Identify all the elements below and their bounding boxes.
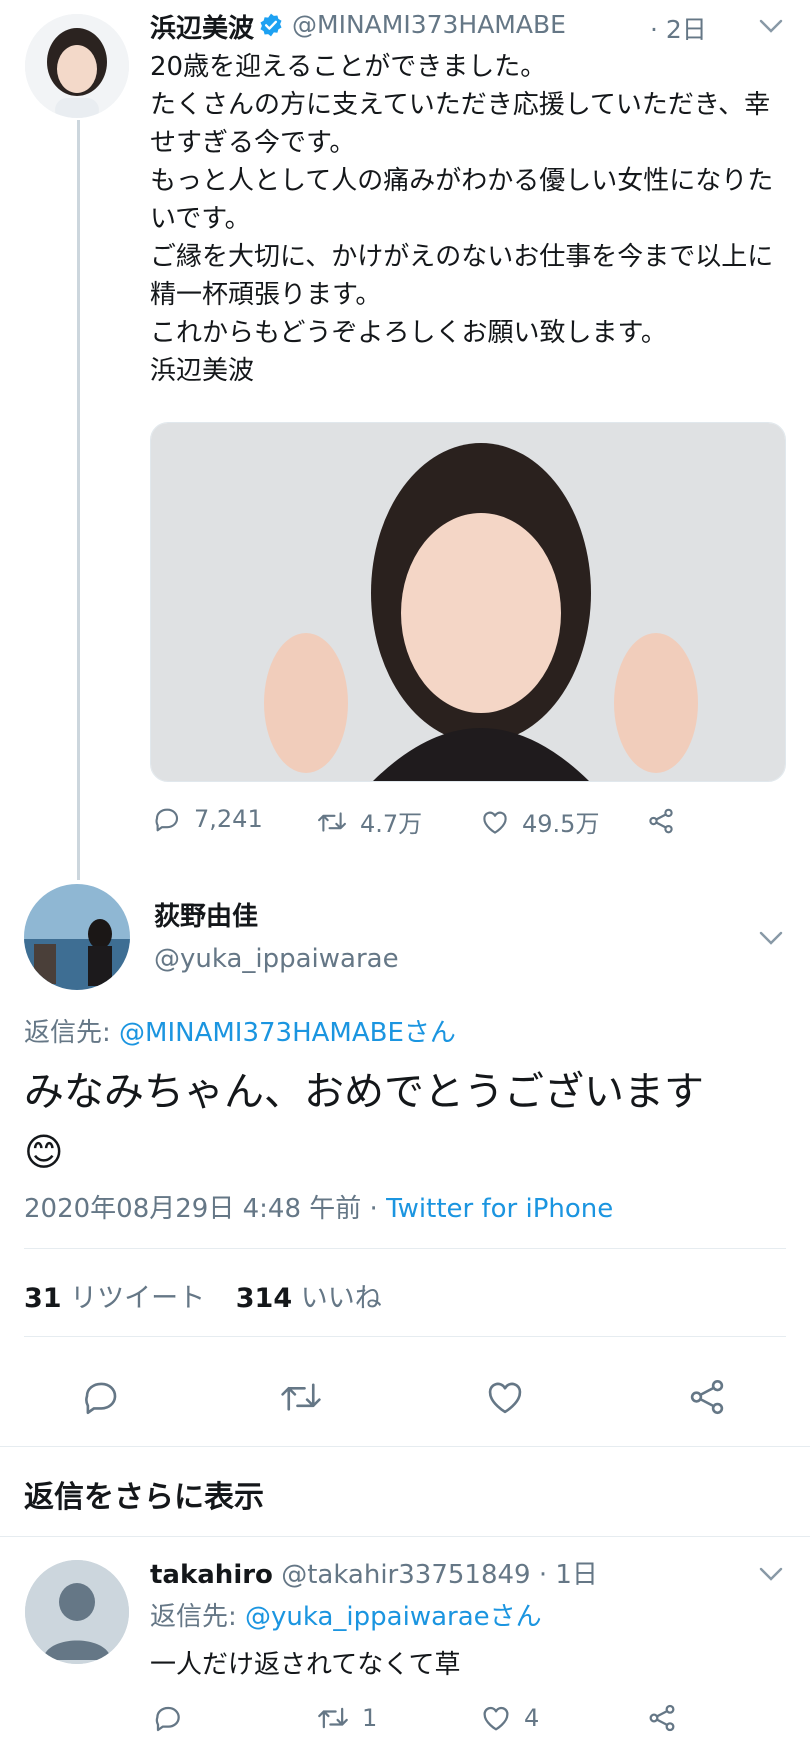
like-count[interactable]: 314	[236, 1283, 292, 1314]
divider	[24, 1336, 786, 1337]
reply2-reply-to-line: 返信先: @yuka_ippaiwaraeさん	[150, 1596, 542, 1633]
reply-source-link[interactable]: Twitter for iPhone	[386, 1194, 613, 1224]
retweet-icon[interactable]	[278, 1376, 324, 1418]
tweet1-reply-count: 7,241	[194, 805, 263, 833]
reply2-like-count: 4	[524, 1704, 540, 1732]
tweet1-time[interactable]: · 2日	[650, 10, 707, 46]
reply2-retweet-count: 1	[362, 1704, 378, 1732]
tweet1-photo[interactable]	[150, 422, 786, 782]
heart-icon	[480, 1702, 512, 1734]
heart-icon[interactable]	[484, 1376, 526, 1418]
reply2-like-action[interactable]: 4	[480, 1702, 539, 1734]
like-label[interactable]: いいね	[301, 1283, 382, 1314]
more-replies-heading[interactable]: 返信をさらに表示	[24, 1472, 264, 1516]
heart-icon	[480, 807, 510, 837]
retweet-label[interactable]: リツイート	[70, 1283, 205, 1314]
reply-icon[interactable]	[80, 1376, 122, 1418]
reply-display-name[interactable]: 荻野由佳	[154, 896, 258, 933]
reply2-text: 一人だけ返されてなくて草	[150, 1650, 461, 1680]
reply-to-label: 返信先:	[24, 1018, 111, 1048]
chevron-down-icon[interactable]	[758, 1566, 784, 1582]
reply-icon[interactable]	[152, 1702, 184, 1734]
reply-text-body: みなみちゃん、おめでとうございます	[24, 1069, 704, 1115]
retweet-count[interactable]: 31	[24, 1283, 62, 1314]
reply-meta: 2020年08月29日 4:48 午前 · Twitter for iPhone	[24, 1188, 613, 1225]
divider	[24, 1248, 786, 1249]
thread-line	[77, 120, 80, 880]
tweet1-reply-action[interactable]: 7,241	[152, 804, 263, 834]
reply2-reply-to-handle-link[interactable]: @yuka_ippaiwaraeさん	[245, 1602, 542, 1632]
tweet1-like-count: 49.5万	[522, 810, 600, 838]
reply-icon	[152, 804, 182, 834]
chevron-down-icon[interactable]	[758, 930, 784, 946]
reply-to-handle-link[interactable]: @MINAMI373HAMABEさん	[119, 1018, 456, 1048]
avatar[interactable]	[24, 884, 130, 990]
tweet1-handle[interactable]: @MINAMI373HAMABE	[292, 10, 566, 39]
tweet1-display-name[interactable]: 浜辺美波	[150, 8, 254, 45]
divider	[0, 1446, 810, 1447]
retweet-icon	[316, 1702, 350, 1734]
tweet1-retweet-count: 4.7万	[360, 810, 423, 838]
divider	[0, 1536, 810, 1537]
default-avatar[interactable]	[25, 1560, 129, 1664]
tweet1-retweet-action[interactable]: 4.7万	[316, 804, 422, 839]
reply2-header: takahiro @takahir33751849 · 1日	[150, 1554, 598, 1591]
reply-timestamp[interactable]: 2020年08月29日 4:48 午前	[24, 1194, 361, 1224]
reply2-retweet-action[interactable]: 1	[316, 1702, 377, 1734]
tweet1-like-action[interactable]: 49.5万	[480, 804, 599, 839]
verified-badge-icon	[258, 12, 284, 38]
avatar[interactable]	[25, 14, 129, 118]
share-icon[interactable]	[646, 806, 676, 836]
tweet1-text: 20歳を迎えることができました。 たくさんの方に支えていただき応援していただき、…	[150, 52, 774, 386]
reply2-time[interactable]: · 1日	[539, 1560, 598, 1590]
share-icon[interactable]	[646, 1702, 678, 1734]
reply2-display-name[interactable]: takahiro	[150, 1560, 273, 1590]
retweet-icon	[316, 807, 348, 837]
reply-stats: 31 リツイート 314 いいね	[24, 1276, 382, 1315]
reply-text: みなみちゃん、おめでとうございます 😊	[24, 1062, 724, 1182]
reply-handle[interactable]: @yuka_ippaiwarae	[154, 944, 399, 974]
reply2-handle[interactable]: @takahir33751849	[281, 1560, 530, 1590]
smiling-face-emoji-icon: 😊	[24, 1130, 64, 1174]
meta-dot: ·	[369, 1194, 378, 1224]
chevron-down-icon[interactable]	[758, 18, 784, 34]
reply2-reply-to-label: 返信先:	[150, 1602, 237, 1632]
share-icon[interactable]	[686, 1376, 728, 1418]
reply-to-line: 返信先: @MINAMI373HAMABEさん	[24, 1012, 456, 1049]
